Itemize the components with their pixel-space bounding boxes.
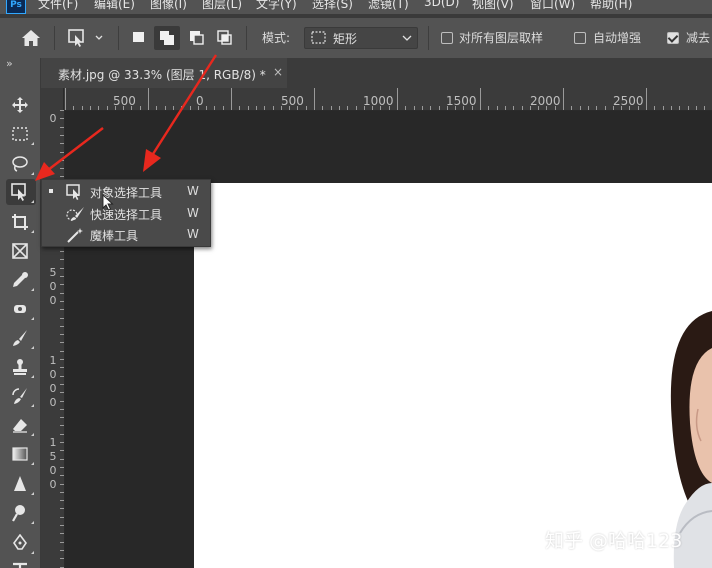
red-arrow-icon [143,54,218,172]
red-arrow-icon [35,127,104,181]
annotation-arrows [35,54,218,181]
watermark: 知乎 @哈哈123 [545,530,683,552]
